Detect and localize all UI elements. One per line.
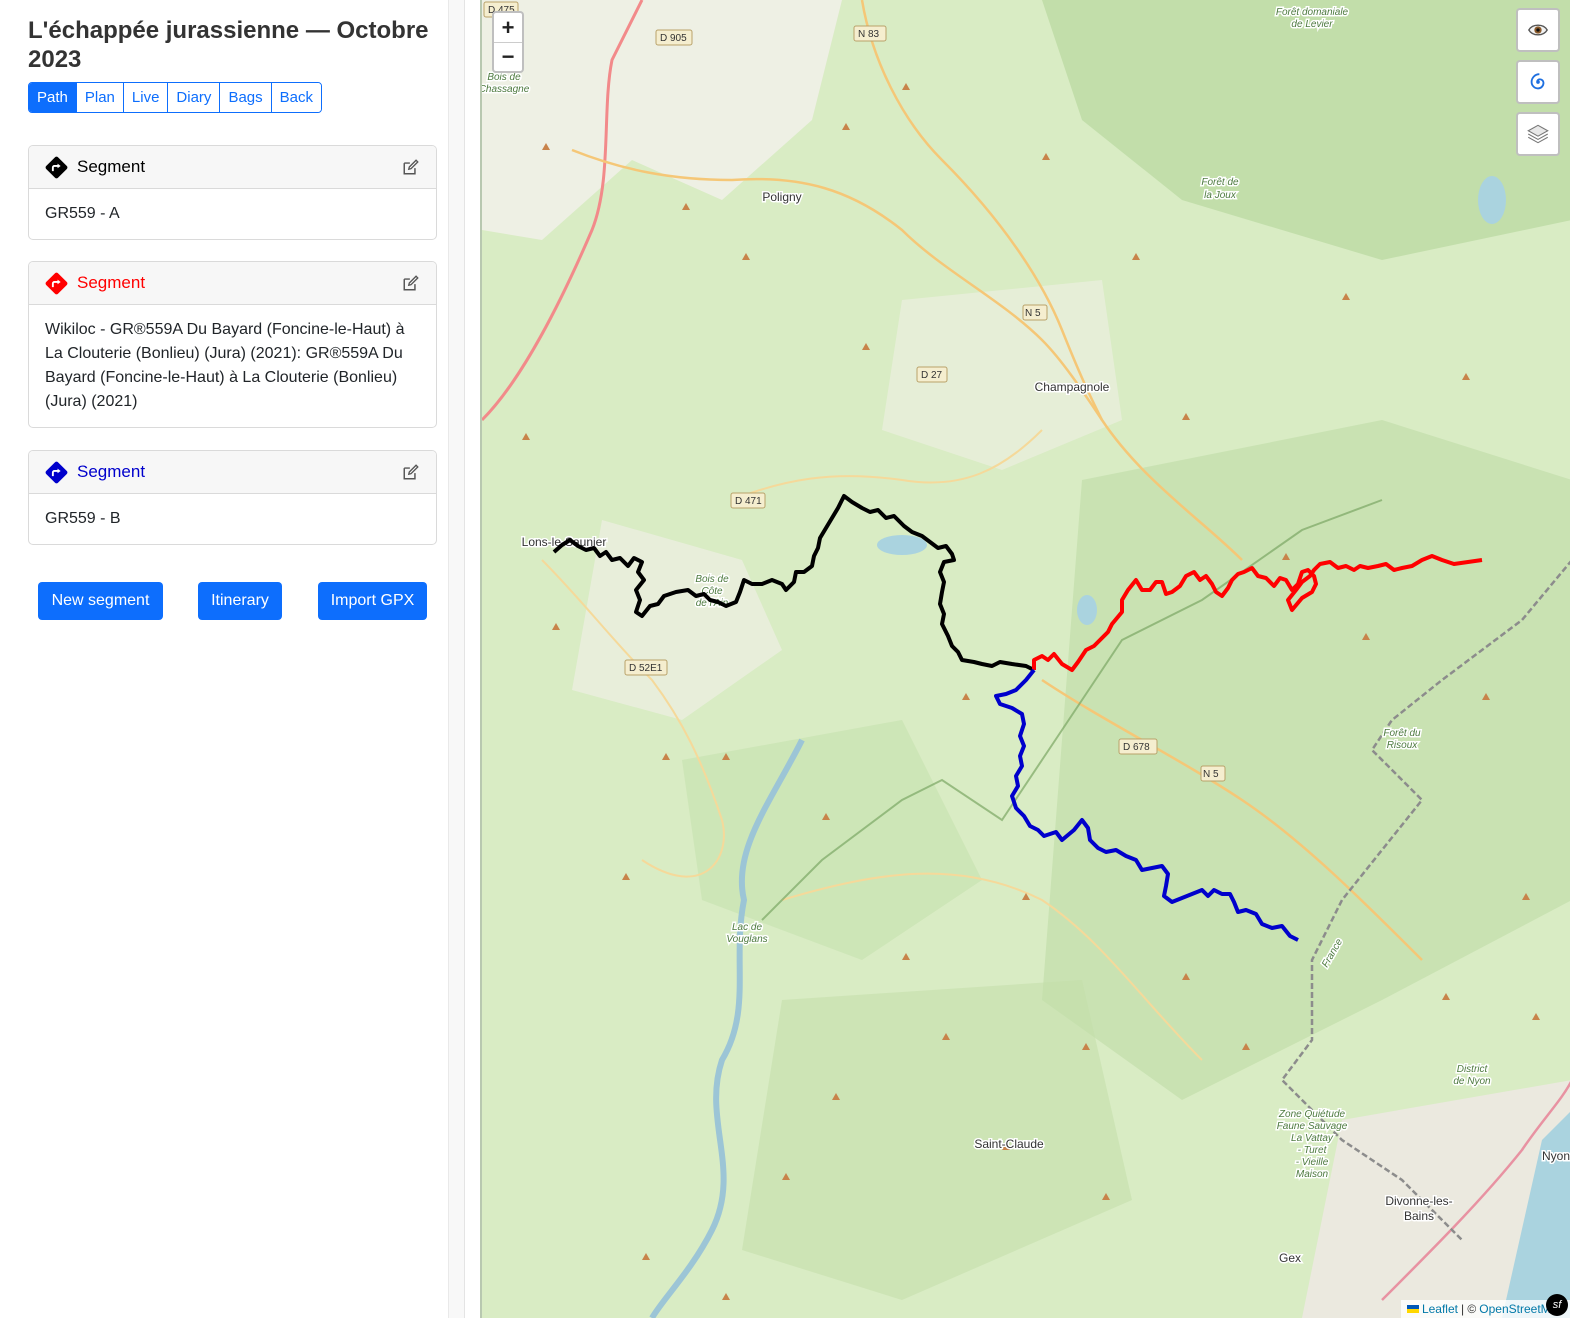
leaflet-link[interactable]: Leaflet: [1422, 1302, 1458, 1316]
tab-plan[interactable]: Plan: [75, 83, 123, 112]
svg-text:D 27: D 27: [921, 370, 943, 381]
zoom-control: + −: [492, 11, 524, 73]
place-label: Gex: [1279, 1251, 1301, 1265]
sidebar: L'échappée jurassienne — Octobre 2023 Pa…: [0, 0, 465, 1318]
map-tiles[interactable]: D 475 D 905 N 83 N 5 D 27 D 471 D 52E1: [482, 0, 1570, 1318]
sidebar-scrollbar[interactable]: [448, 0, 464, 1318]
area-label: Bois de: [487, 72, 521, 83]
place-label: Bains: [1404, 1209, 1434, 1223]
road-label: D 471: [730, 492, 766, 509]
spiral-icon: [1530, 73, 1545, 90]
area-label: Forêt du: [1383, 728, 1421, 739]
trip-tabs: Path Plan Live Diary Bags Back: [28, 82, 322, 113]
place-label: Divonne-les-: [1385, 1194, 1452, 1208]
area-label: - Turet: [1298, 1145, 1328, 1156]
place-label: Poligny: [762, 190, 801, 204]
road-label: D 678: [1118, 738, 1158, 755]
segment-description: Wikiloc - GR®559A Du Bayard (Foncine-le-…: [45, 321, 405, 410]
area-label: Vouglans: [726, 934, 767, 945]
map[interactable]: D 475 D 905 N 83 N 5 D 27 D 471 D 52E1: [480, 0, 1570, 1318]
road-label: D 905: [655, 29, 693, 46]
symfony-icon[interactable]: sf: [1546, 1294, 1568, 1316]
segment-card-header: Segment: [29, 451, 436, 494]
new-segment-button[interactable]: New segment: [38, 582, 163, 620]
segment-card: Segment GR559 - B: [28, 450, 437, 545]
area-label: District: [1457, 1064, 1489, 1075]
locate-button[interactable]: [1516, 60, 1560, 104]
visibility-toggle-button[interactable]: [1516, 8, 1560, 52]
turn-right-diamond-icon: [45, 156, 68, 178]
trip-title: L'échappée jurassienne — Octobre 2023: [28, 17, 429, 73]
ukraine-flag-icon: [1406, 1305, 1419, 1313]
svg-text:N 5: N 5: [1203, 769, 1219, 780]
area-label: Risoux: [1387, 740, 1419, 751]
segment-heading: Segment: [77, 273, 146, 292]
segment-card-header: Segment: [29, 262, 436, 305]
road-label: D 27: [916, 366, 948, 383]
tab-back[interactable]: Back: [270, 83, 321, 112]
road-label: N 5: [1022, 304, 1048, 321]
attribution-separator: | ©: [1460, 1302, 1477, 1316]
tab-path[interactable]: Path: [29, 83, 76, 112]
svg-text:D 471: D 471: [735, 496, 762, 507]
turn-right-diamond-icon: [45, 461, 68, 483]
area-label: Maison: [1296, 1169, 1329, 1180]
tab-diary[interactable]: Diary: [167, 83, 220, 112]
segment-card: Segment Wikiloc - GR®559A Du Bayard (Fon…: [28, 261, 437, 428]
tab-live[interactable]: Live: [122, 83, 168, 112]
area-label: Lac de: [732, 922, 762, 933]
svg-text:D 678: D 678: [1123, 742, 1150, 753]
svg-text:D 905: D 905: [660, 33, 687, 44]
layers-icon: [1527, 124, 1549, 144]
road-label: D 52E1: [624, 659, 668, 676]
zoom-out-button[interactable]: −: [494, 42, 522, 71]
place-label: Saint-Claude: [974, 1137, 1044, 1151]
place-label: Champagnole: [1035, 380, 1110, 394]
road-label: N 83: [853, 25, 887, 42]
area-label: Faune Sauvage: [1277, 1121, 1348, 1132]
svg-text:D 52E1: D 52E1: [629, 663, 663, 674]
place-label: Nyon: [1542, 1149, 1570, 1163]
area-label: Zone Quiétude: [1278, 1109, 1346, 1120]
area-label: Bois de: [695, 574, 729, 585]
segment-card-header: Segment: [29, 146, 436, 189]
segment-description: GR559 - B: [45, 510, 121, 527]
edit-icon[interactable]: [402, 274, 420, 292]
import-gpx-button[interactable]: Import GPX: [318, 582, 427, 620]
svg-text:N 83: N 83: [858, 29, 880, 40]
map-attribution: Leaflet | © OpenStreetMap: [1400, 1300, 1570, 1318]
edit-icon[interactable]: [402, 158, 420, 176]
road-label: N 5: [1200, 765, 1226, 782]
itinerary-button[interactable]: Itinerary: [198, 582, 282, 620]
area-label: - Vieille: [1296, 1157, 1329, 1168]
svg-text:N 5: N 5: [1025, 308, 1041, 319]
layers-button[interactable]: [1516, 112, 1560, 156]
segment-card: Segment GR559 - A: [28, 145, 437, 240]
edit-icon[interactable]: [402, 463, 420, 481]
zoom-in-button[interactable]: +: [494, 13, 522, 42]
area-label: Chassagne: [482, 84, 530, 95]
area-label: la Joux: [1204, 190, 1237, 201]
tab-bags[interactable]: Bags: [219, 83, 271, 112]
segment-heading: Segment: [77, 157, 146, 176]
area-label: Forêt domaniale: [1276, 7, 1349, 18]
area-label: de Nyon: [1453, 1076, 1491, 1087]
area-label: Forêt de: [1201, 177, 1239, 188]
area-label: de Levier: [1291, 19, 1333, 30]
turn-right-diamond-icon: [45, 272, 68, 294]
eye-icon: [1528, 24, 1548, 36]
segment-description: GR559 - A: [45, 205, 120, 222]
area-label: La Vattay: [1291, 1133, 1334, 1144]
segment-heading: Segment: [77, 462, 146, 481]
